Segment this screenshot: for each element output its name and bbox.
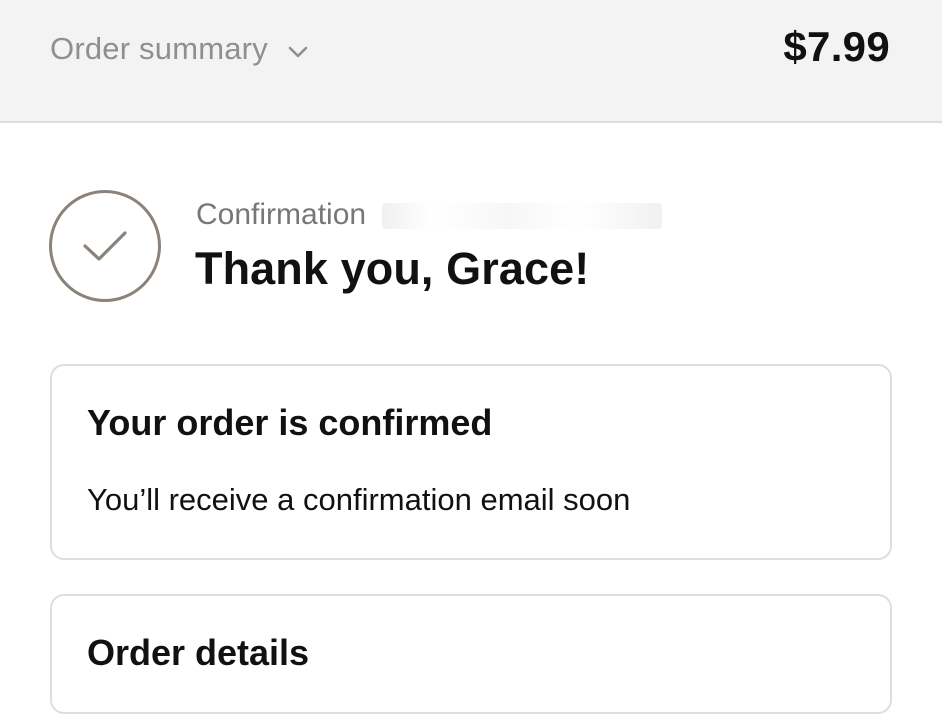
order-confirmed-card: Your order is confirmed You’ll receive a… [50,364,892,560]
thank-you-heading: Thank you, Grace! [195,243,590,294]
order-total-price: $7.99 [783,23,890,70]
checkmark-circle-icon [49,190,161,302]
confirmation-email-message: You’ll receive a confirmation email soon [87,482,631,517]
redacted-confirmation-number [382,203,663,230]
order-summary-header: Order summary $7.99 [0,0,942,123]
order-summary-label: Order summary [50,31,268,66]
order-details-card: Order details [50,594,892,714]
order-confirmed-title: Your order is confirmed [87,402,493,443]
confirmation-label-text: Confirmation [196,198,367,231]
order-details-title: Order details [87,632,310,673]
order-summary-toggle[interactable]: Order summary [50,28,310,70]
chevron-down-icon [286,40,310,64]
confirmation-number-label: Confirmation [196,198,663,232]
